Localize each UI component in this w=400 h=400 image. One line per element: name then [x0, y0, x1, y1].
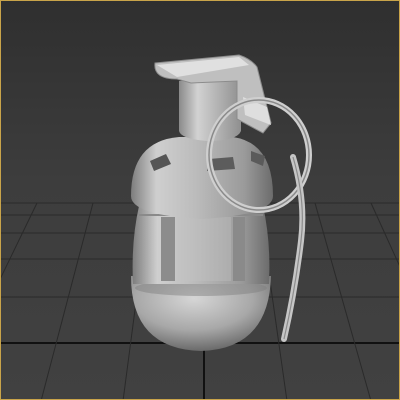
viewport-canvas[interactable]	[1, 1, 400, 400]
frag-grenade-model[interactable]	[131, 54, 312, 351]
perspective-viewport[interactable]	[0, 0, 400, 400]
